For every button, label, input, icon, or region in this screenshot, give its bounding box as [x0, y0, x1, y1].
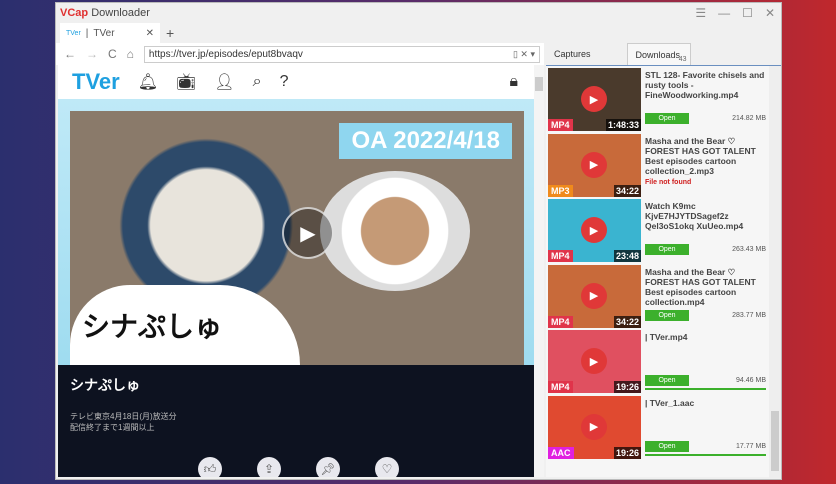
file-name: Watch K9mc KjvE7HJYTDSagef2z Qel3oS1okq … — [645, 201, 744, 231]
tv-icon[interactable]: 📺︎ — [176, 72, 196, 92]
video-thumbnail: OA 2022/4/18 ▶ シナぷしゅ — [70, 111, 524, 365]
broadcast-info: テレビ東京4月18日(月)放送分 — [70, 412, 177, 421]
reader-icon[interactable]: ▯ — [513, 49, 518, 59]
browser-tab[interactable]: TVer | TVer ✕ — [60, 23, 160, 43]
thumbnail[interactable]: ▶ MP4 34:22 — [548, 264, 641, 328]
format-badge: MP4 — [548, 381, 573, 393]
lock-icon[interactable]: 🔒︎ — [509, 73, 518, 91]
episode-info: シナぷしゅ テレビ東京4月18日(月)放送分 配信終了まで1週間以上 👍︎ ⇪ 📌︎ ♡ — [58, 365, 534, 477]
site-nav: TVer 🔔︎ 📺︎ 👤︎ ⌕? 🔒︎ — [58, 65, 534, 99]
tab-downloads[interactable]: Downloads 43 — [626, 43, 691, 65]
play-icon[interactable]: ▶ — [581, 151, 607, 178]
close-icon[interactable]: ✕ — [765, 6, 775, 20]
format-badge: MP4 — [548, 250, 573, 262]
play-icon[interactable]: ▶ — [581, 217, 607, 243]
share-icon[interactable]: ⇪ — [257, 457, 281, 477]
close-tab-icon[interactable]: ✕ — [146, 28, 154, 39]
downloads-panel: Captures Downloads 43 ▶ MP4 1:48:33 STL 128- … — [546, 43, 781, 478]
maximize-icon[interactable]: ☐ — [742, 6, 753, 20]
bell-icon[interactable]: 🔔︎ — [138, 72, 158, 92]
thumbnail[interactable]: ▶ AAC 19:26 — [548, 395, 641, 459]
url-input[interactable]: https://tver.jp/episodes/eput8bvaqv ▯ ✕ ▾ — [143, 45, 540, 63]
thumbnail[interactable]: ▶ MP3 34:22 — [548, 133, 641, 197]
duration: 34:22 — [613, 315, 641, 328]
format-badge: MP4 — [548, 315, 573, 328]
file-size: 263.43 MB — [732, 246, 766, 253]
open-button[interactable]: Open — [645, 309, 689, 321]
dropdown-icon[interactable]: ▾ — [530, 49, 535, 59]
thumbnail[interactable]: ▶ MP4 1:48:33 — [548, 68, 641, 131]
new-tab-button[interactable]: + — [160, 25, 180, 43]
thumbnail[interactable]: ▶ MP4 23:48 — [548, 199, 641, 262]
open-button[interactable]: Open — [645, 375, 689, 386]
help-icon[interactable]: ? — [280, 73, 289, 91]
duration: 1:48:33 — [605, 119, 641, 131]
tver-logo[interactable]: TVer — [72, 69, 120, 95]
format-badge: AAC — [548, 446, 574, 459]
file-name: | TVer.mp4 — [645, 332, 688, 342]
file-name: | TVer_1.aac — [645, 397, 695, 408]
download-item[interactable]: ▶ MP3 34:22 Masha and the Bear ♡ FOREST HAS… — [548, 133, 766, 197]
list-scrollbar[interactable] — [769, 66, 781, 478]
play-icon[interactable]: ▶ — [581, 282, 607, 309]
availability-info: 配信終了まで1週間以上 — [70, 423, 155, 432]
play-icon[interactable]: ▶ — [581, 86, 607, 112]
file-name: Masha and the Bear ♡ FOREST HAS GOT TALE… — [645, 266, 756, 307]
duration: 19:26 — [613, 446, 641, 459]
download-item[interactable]: ▶ AAC 19:26 | TVer_1.aac Open 17.77 MB — [548, 395, 766, 459]
menu-icon[interactable]: ☰ — [695, 6, 706, 20]
open-button[interactable]: Open — [645, 113, 689, 124]
favicon: TVer — [66, 29, 81, 37]
play-icon[interactable]: ▶ — [581, 413, 607, 440]
show-title: シナぷしゅ — [70, 377, 140, 393]
downloads-list: ▶ MP4 1:48:33 STL 128- Favorite chisels and… — [546, 65, 781, 478]
download-item[interactable]: ▶ MP4 23:48 Watch K9mc KjvE7HJYTDSagef2z Qe… — [548, 199, 766, 262]
format-badge: MP3 — [548, 184, 573, 197]
downloads-count: 43 — [678, 56, 687, 63]
home-icon[interactable]: ⌂ — [127, 47, 134, 61]
open-button[interactable]: Open — [645, 244, 689, 255]
duration: 19:26 — [613, 381, 641, 393]
title-bar: VCap Downloader ☰ — ☐ ✕ — [56, 3, 781, 23]
file-name: STL 128- Favorite chisels and rusty tool… — [645, 70, 765, 100]
back-icon[interactable]: ← — [64, 47, 76, 61]
file-name: Masha and the Bear ♡ FOREST HAS GOT TALE… — [645, 135, 756, 176]
open-button[interactable]: Open — [645, 440, 689, 452]
duration: 34:22 — [613, 184, 641, 197]
show-title-art: シナぷしゅ — [70, 285, 300, 365]
thumbnail[interactable]: ▶ MP4 19:26 — [548, 330, 641, 393]
forward-icon[interactable]: → — [86, 47, 98, 61]
play-icon[interactable]: ▶ — [581, 348, 607, 374]
file-size: 283.77 MB — [732, 311, 766, 319]
duration: 23:48 — [613, 250, 641, 262]
heart-icon[interactable]: ♡ — [375, 457, 399, 477]
reload-icon[interactable]: C — [108, 47, 117, 61]
download-item[interactable]: ▶ MP4 1:48:33 STL 128- Favorite chisels and… — [548, 68, 766, 131]
tab-label: TVer — [93, 27, 115, 39]
video-player[interactable]: OA 2022/4/18 ▶ シナぷしゅ — [58, 99, 534, 365]
error-status: File not found — [645, 178, 692, 186]
file-size: 214.82 MB — [732, 115, 766, 122]
address-bar: ← → C ⌂ https://tver.jp/episodes/eput8bvaqv… — [56, 43, 544, 65]
app-window: VCap Downloader ☰ — ☐ ✕ TVer | TVer ✕ + ← → C ⌂ h… — [55, 2, 782, 480]
file-size: 94.46 MB — [736, 377, 766, 384]
page-scrollbar[interactable] — [534, 65, 544, 477]
play-button[interactable]: ▶ — [282, 207, 334, 259]
tab-captures[interactable]: Captures — [546, 43, 599, 65]
file-size: 17.77 MB — [736, 442, 766, 450]
web-page: TVer 🔔︎ 📺︎ 👤︎ ⌕? 🔒︎ OA 2022/4/18 ▶ シナぷしゅ シナ… — [58, 65, 534, 477]
progress-bar — [645, 388, 766, 390]
search-icon[interactable]: ⌕ — [253, 73, 262, 91]
user-icon[interactable]: 👤︎ — [214, 72, 234, 92]
like-icon[interactable]: 👍︎ — [198, 457, 222, 477]
clear-icon[interactable]: ✕ — [520, 49, 528, 59]
progress-bar — [645, 453, 766, 456]
pin-icon[interactable]: 📌︎ — [316, 457, 340, 477]
app-logo: VCap Downloader — [60, 7, 150, 19]
format-badge: MP4 — [548, 119, 573, 131]
download-item[interactable]: ▶ MP4 19:26 | TVer.mp4 Open 94.46 MB — [548, 330, 766, 393]
air-date-badge: OA 2022/4/18 — [339, 123, 512, 159]
minimize-icon[interactable]: — — [718, 6, 730, 20]
download-item[interactable]: ▶ MP4 34:22 Masha and the Bear ♡ FOREST HAS… — [548, 264, 766, 328]
